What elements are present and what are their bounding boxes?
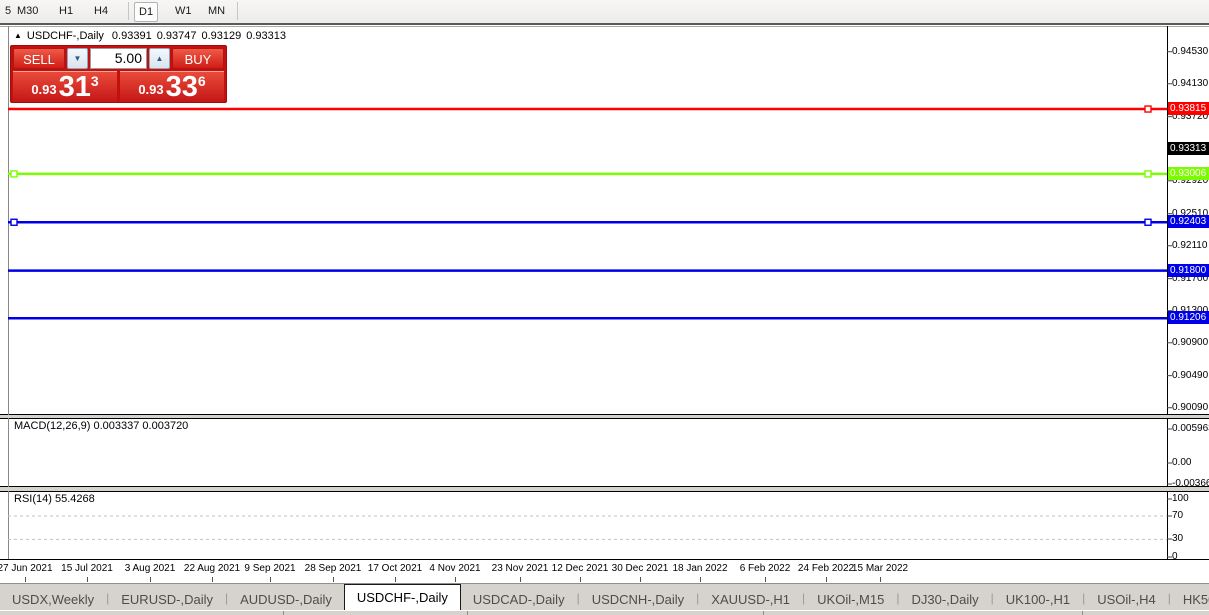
date-label: 4 Nov 2021 [429,563,481,574]
toolbar-separator [128,2,129,20]
status-bar [0,610,1209,615]
indicator-tick-label: 30 [1172,533,1184,544]
tab-ukoil-m15[interactable]: UKOil-,M15 [805,588,896,611]
price-label-box-0.92403: 0.92403 [1168,215,1209,228]
ohlc-high: 0.93747 [156,30,197,42]
date-label: 24 Feb 2022 [797,563,855,574]
timeframe-toolbar: 5 M30 H1 H4 D1 W1 MN [0,0,1209,25]
symbol-tab-bar: USDX,Weekly | EURUSD-,Daily | AUDUSD-,Daily U… [0,583,1209,611]
tab-usdcad-daily[interactable]: USDCAD-,Daily [461,588,577,611]
statusbar-divider [763,611,764,615]
ohlc-close: 0.93313 [246,30,286,42]
rsi-value: 55.4268 [54,493,95,505]
tab-eurusd-daily[interactable]: EURUSD-,Daily [109,588,225,611]
ohlc-low: 0.93129 [201,30,242,42]
sell-button[interactable]: SELL [13,48,65,69]
chart-title: ▲ USDCHF-,Daily 0.93391 0.93747 0.93129 0.933… [14,30,291,42]
chart-symbol-label: USDCHF-,Daily [26,30,104,42]
pane-splitter-macd[interactable] [0,415,1209,418]
date-label: 27 Jun 2021 [0,563,53,574]
date-label: 18 Jan 2022 [672,563,728,574]
volume-input[interactable]: 5.00 [90,48,147,69]
price-tick-label: 0.90090 [1172,402,1209,413]
tab-usdx-weekly[interactable]: USDX,Weekly [0,588,106,611]
date-label: 12 Dec 2021 [551,563,609,574]
date-label: 3 Aug 2021 [124,563,176,574]
statusbar-divider [467,611,468,615]
price-label-box-0.93815: 0.93815 [1168,102,1209,115]
indicator-tick-label: 0.00 [1172,457,1192,468]
sell-price-display[interactable]: 0.93 31 3 [13,71,117,102]
volume-increase-button[interactable]: ▲ [149,48,170,69]
sell-price-big: 31 [58,71,91,103]
tab-usdchf-daily[interactable]: USDCHF-,Daily [343,584,461,611]
price-label-box-0.93006: 0.93006 [1168,167,1209,180]
line-handle[interactable] [10,218,18,226]
volume-decrease-button[interactable]: ▼ [67,48,88,69]
indicator-tick-label: -0.003664 [1172,478,1209,489]
tab-dj30-daily[interactable]: DJ30-,Daily [899,588,990,611]
indicator-tick-label: 0 [1172,551,1178,562]
date-label: 15 Jul 2021 [61,563,113,574]
buy-button[interactable]: BUY [172,48,224,69]
price-label-box-0.93313: 0.93313 [1168,142,1209,155]
indicator-tick-label: 70 [1172,510,1184,521]
price-tick-label: 0.90490 [1172,370,1209,381]
statusbar-divider [283,611,284,615]
collapse-panel-icon[interactable]: ▲ [14,31,22,40]
price-tick-label: 0.92110 [1172,240,1208,251]
date-label: 6 Feb 2022 [739,563,791,574]
macd-values: 0.003337 0.003720 [93,420,189,432]
macd-indicator-label: MACD(12,26,9) 0.003337 0.003720 [14,420,189,432]
tab-hk50-daily[interactable]: HK50-,Daily [1171,588,1209,611]
price-label-box-0.91206: 0.91206 [1168,311,1209,324]
line-handle[interactable] [1144,105,1152,113]
pane-splitter-rsi[interactable] [0,487,1209,491]
price-tick-label: 0.94130 [1172,78,1209,89]
ohlc-open: 0.93391 [111,30,152,42]
indicator-tick-label: 0.005963 [1172,423,1209,434]
timeframe-button-mn[interactable]: MN [204,2,229,20]
buy-price-pip: 6 [197,73,206,89]
price-tick-label: 0.94530 [1172,46,1209,57]
buy-price-big: 33 [165,71,198,103]
line-handle[interactable] [1144,170,1152,178]
line-handle[interactable] [1144,218,1152,226]
timeframe-button-w1[interactable]: W1 [171,2,196,20]
indicator-tick-label: 100 [1172,493,1189,504]
price-tick-label: 0.90900 [1172,337,1209,348]
timeframe-button-h4[interactable]: H4 [90,2,112,20]
toolbar-separator [237,2,238,20]
rsi-indicator-label: RSI(14) 55.4268 [14,493,95,505]
one-click-trade-panel: SELL ▼ 5.00 ▲ BUY 0.93 31 3 0.93 33 6 [10,45,227,103]
date-label: 30 Dec 2021 [611,563,669,574]
price-label-box-0.91800: 0.91800 [1168,264,1209,277]
date-label: 22 Aug 2021 [183,563,241,574]
tab-xauusd-h1[interactable]: XAUUSD-,H1 [699,588,802,611]
line-handle[interactable] [10,170,18,178]
date-label: 9 Sep 2021 [244,563,296,574]
timeframe-button-h1[interactable]: H1 [55,2,77,20]
tab-uk100-h1[interactable]: UK100-,H1 [994,588,1082,611]
buy-price-prefix: 0.93 [138,82,164,97]
timeframe-button-d1[interactable]: D1 [134,2,159,22]
tab-usoil-h4[interactable]: USOil-,H4 [1085,588,1168,611]
sell-price-prefix: 0.93 [31,82,57,97]
tab-audusd-daily[interactable]: AUDUSD-,Daily [228,588,344,611]
tab-usdcnh-daily[interactable]: USDCNH-,Daily [580,588,696,611]
statusbar-divider [1082,611,1083,615]
date-label: 28 Sep 2021 [304,563,362,574]
buy-price-display[interactable]: 0.93 33 6 [120,71,224,102]
date-label: 17 Oct 2021 [367,563,423,574]
mt4-terminal-window: 5 M30 H1 H4 D1 W1 MN ▲ USDCHF-,Daily 0.93391 0.93… [0,0,1209,615]
date-label: 23 Nov 2021 [491,563,549,574]
date-label: 15 Mar 2022 [851,563,909,574]
timeframe-button-m30[interactable]: M30 [13,2,42,20]
sell-price-pip: 3 [90,73,99,89]
